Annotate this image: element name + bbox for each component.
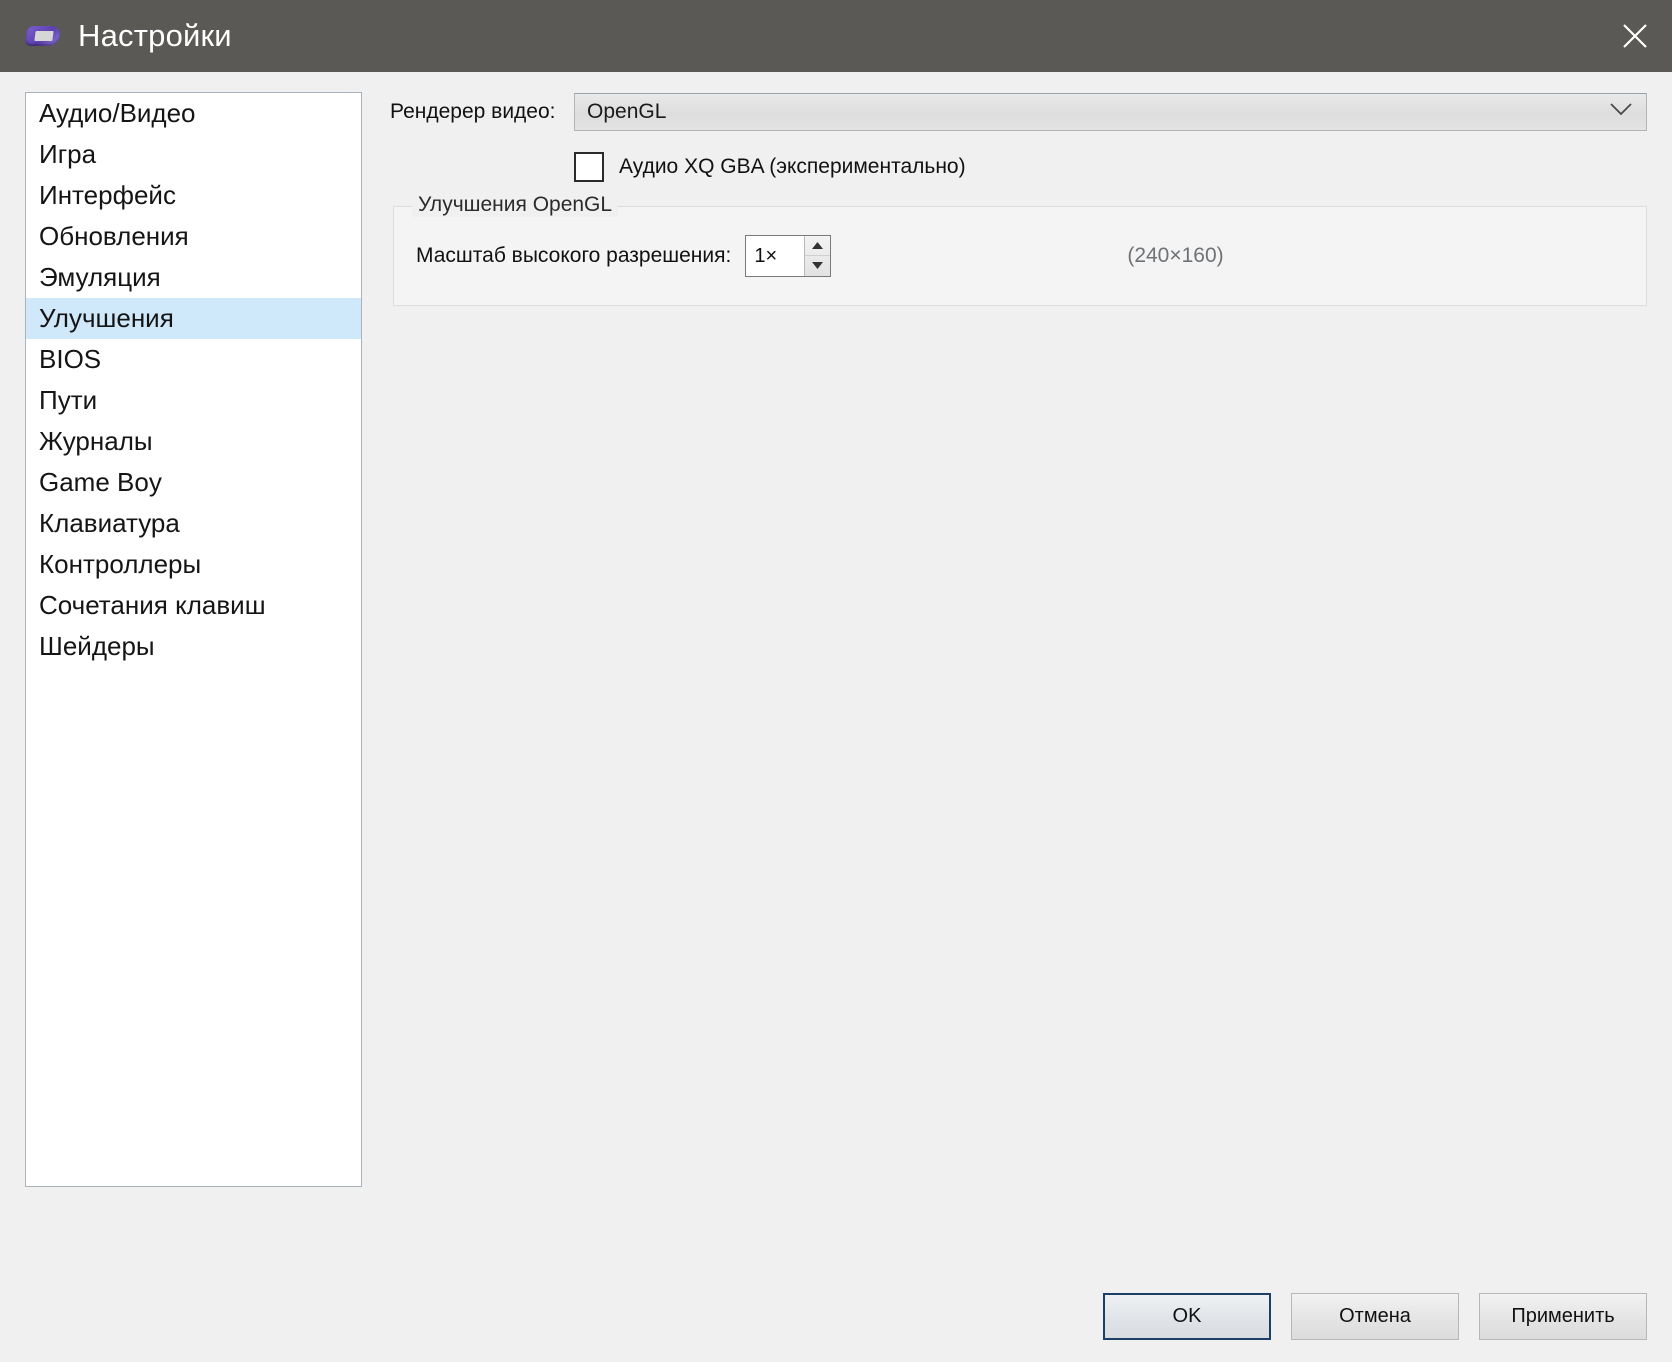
video-renderer-value: OpenGL (587, 100, 667, 123)
video-renderer-label: Рендерер видео: (390, 100, 556, 123)
sidebar-item-updates[interactable]: Обновления (26, 216, 361, 257)
audio-xq-checkbox[interactable] (574, 152, 604, 182)
window-title: Настройки (78, 18, 232, 53)
sidebar-item-shaders[interactable]: Шейдеры (26, 626, 361, 667)
spinner-buttons (804, 236, 831, 276)
gba-console-icon (24, 23, 62, 49)
title-bar: Настройки (0, 0, 1672, 72)
ok-button[interactable]: OK (1103, 1293, 1271, 1340)
sidebar-item-bios[interactable]: BIOS (26, 339, 361, 380)
video-renderer-select[interactable]: OpenGL (574, 93, 1647, 131)
sidebar-item-enhancements[interactable]: Улучшения (26, 298, 361, 339)
hires-scale-label: Масштаб высокого разрешения: (416, 244, 732, 267)
sidebar-item-keyboard[interactable]: Клавиатура (26, 503, 361, 544)
sidebar-item-controllers[interactable]: Контроллеры (26, 544, 361, 585)
cancel-button[interactable]: Отмена (1291, 1293, 1459, 1340)
hires-scale-row: Масштаб высокого разрешения: 1× (240×160… (394, 207, 1646, 305)
sidebar-item-audio-video[interactable]: Аудио/Видео (26, 93, 361, 134)
settings-pane: Рендерер видео: OpenGL Аудио XQ GBA (экс… (390, 92, 1647, 306)
chevron-down-icon (1610, 103, 1632, 121)
sidebar-item-paths[interactable]: Пути (26, 380, 361, 421)
spinner-down-icon (811, 257, 824, 275)
hires-scale-spinner[interactable]: 1× (745, 235, 832, 277)
dialog-button-bar: OK Отмена Применить (1103, 1293, 1647, 1340)
sidebar-item-emulation[interactable]: Эмуляция (26, 257, 361, 298)
sidebar-item-game[interactable]: Игра (26, 134, 361, 175)
audio-xq-label: Аудио XQ GBA (экспериментально) (619, 155, 966, 178)
spinner-up-button[interactable] (805, 236, 831, 256)
settings-category-list[interactable]: Аудио/Видео Игра Интерфейс Обновления Эм… (25, 92, 362, 1187)
close-button[interactable] (1598, 0, 1672, 72)
video-renderer-row: Рендерер видео: OpenGL (390, 92, 1647, 132)
spinner-down-button[interactable] (805, 256, 830, 276)
audio-xq-row: Аудио XQ GBA (экспериментально) (574, 152, 1647, 182)
apply-button[interactable]: Применить (1479, 1293, 1647, 1340)
opengl-enhancements-group: Улучшения OpenGL Масштаб высокого разреш… (393, 193, 1647, 306)
sidebar-item-logs[interactable]: Журналы (26, 421, 361, 462)
sidebar-item-game-boy[interactable]: Game Boy (26, 462, 361, 503)
sidebar-item-shortcuts[interactable]: Сочетания клавиш (26, 585, 361, 626)
close-icon (1620, 21, 1650, 51)
spinner-up-icon (811, 237, 824, 255)
output-resolution-text: (240×160) (1127, 244, 1224, 267)
hires-scale-value[interactable]: 1× (746, 236, 804, 276)
opengl-group-title: Улучшения OpenGL (412, 193, 619, 217)
dialog-body: Аудио/Видео Игра Интерфейс Обновления Эм… (0, 72, 1672, 1362)
sidebar-item-interface[interactable]: Интерфейс (26, 175, 361, 216)
